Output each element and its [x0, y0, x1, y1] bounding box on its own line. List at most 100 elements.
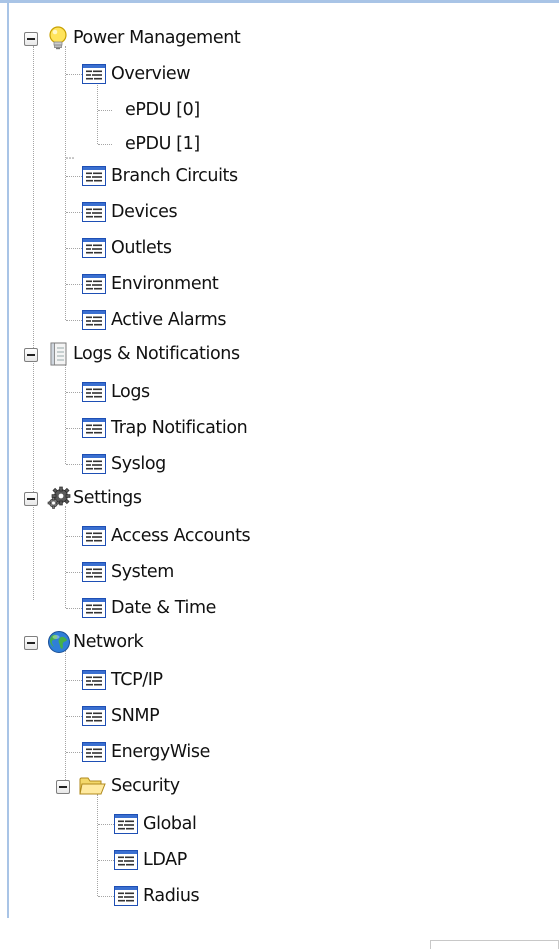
tree-connector — [66, 248, 82, 249]
tree-connector — [66, 752, 82, 753]
collapse-power-management-button[interactable] — [24, 32, 38, 46]
tree-node-trap-notification[interactable]: Trap Notification — [82, 412, 248, 444]
gears-icon — [47, 486, 71, 509]
tree-connector — [66, 464, 82, 465]
tree-node-label: Security — [111, 776, 180, 796]
tree-node-energywise[interactable]: EnergyWise — [82, 736, 210, 768]
tree-connector — [98, 144, 112, 145]
tree-node-date-time[interactable]: Date & Time — [82, 592, 216, 624]
collapse-logs-notifications-button[interactable] — [24, 348, 38, 362]
page-icon — [82, 562, 106, 582]
tree-node-label: LDAP — [143, 850, 187, 870]
page-icon — [82, 598, 106, 618]
page-icon — [82, 238, 106, 258]
page-icon — [114, 814, 138, 834]
tree-connector — [65, 362, 66, 464]
page-icon — [82, 670, 106, 690]
tree-connector — [66, 680, 82, 681]
globe-icon — [48, 631, 70, 653]
tree-node-devices[interactable]: Devices — [82, 196, 178, 228]
tree-node-label: Global — [143, 814, 197, 834]
tree-node-label: Outlets — [111, 238, 172, 258]
tree-node-logs-notifications[interactable]: Logs & Notifications — [47, 338, 240, 370]
tree-node-active-alarms[interactable]: Active Alarms — [82, 304, 227, 336]
page-icon — [82, 310, 106, 330]
tree-connector — [66, 536, 82, 537]
tree-node-label: Active Alarms — [111, 310, 227, 330]
tree-node-radius[interactable]: Radius — [114, 880, 200, 912]
tree-connector — [66, 392, 82, 393]
lightbulb-icon — [49, 26, 67, 50]
tree-node-label: Network — [73, 632, 144, 652]
page-icon — [82, 706, 106, 726]
tree-node-label: Date & Time — [111, 598, 217, 618]
tree-connector — [66, 176, 82, 177]
tree-node-label: Devices — [111, 202, 178, 222]
tree-node-label: EnergyWise — [111, 742, 210, 762]
page-icon — [82, 274, 106, 294]
tree-node-syslog[interactable]: Syslog — [82, 448, 166, 480]
page-icon — [114, 886, 138, 906]
page-icon — [114, 850, 138, 870]
navigation-tree-panel: Power Management Overview ePDU [0] ePDU … — [0, 0, 559, 949]
tree-connector — [98, 860, 114, 861]
tree-node-label: TCP/IP — [111, 670, 163, 690]
tree-node-environment[interactable]: Environment — [82, 268, 219, 300]
tree-node-label: SNMP — [111, 706, 160, 726]
tree-connector — [98, 110, 112, 111]
tree-node-label: Logs — [111, 382, 150, 402]
tree-node-branch-circuits[interactable]: Branch Circuits — [82, 160, 238, 192]
tree-node-tcp-ip[interactable]: TCP/IP — [82, 664, 163, 696]
tree-node-system[interactable]: System — [82, 556, 174, 588]
page-icon — [82, 454, 106, 474]
tree-node-ldap[interactable]: LDAP — [114, 844, 187, 876]
tree-node-power-management[interactable]: Power Management — [47, 22, 241, 54]
tree-connector — [66, 716, 82, 717]
tree-node-epdu-0[interactable]: ePDU [0] — [125, 94, 200, 126]
navigation-tree: Power Management Overview ePDU [0] ePDU … — [0, 0, 559, 949]
tree-node-label: Trap Notification — [111, 418, 248, 438]
tree-connector — [65, 506, 66, 608]
tree-connector — [98, 824, 114, 825]
tree-node-network[interactable]: Network — [47, 626, 144, 658]
tree-node-label: Overview — [111, 64, 191, 84]
tree-node-label: Radius — [143, 886, 200, 906]
tree-node-label: Logs & Notifications — [73, 344, 240, 364]
dotted-marker-icon — [66, 157, 74, 159]
bottom-panel-tab — [430, 940, 559, 949]
tree-node-settings[interactable]: Settings — [47, 482, 142, 514]
collapse-settings-button[interactable] — [24, 492, 38, 506]
page-icon — [82, 166, 106, 186]
folder-open-icon — [79, 777, 106, 795]
collapse-network-button[interactable] — [24, 636, 38, 650]
tree-node-security[interactable]: Security — [79, 770, 180, 802]
tree-node-label: Branch Circuits — [111, 166, 238, 186]
tree-node-logs[interactable]: Logs — [82, 376, 150, 408]
tree-connector — [65, 650, 66, 780]
page-icon — [82, 526, 106, 546]
tree-connector — [66, 608, 82, 609]
tree-node-label: ePDU [1] — [125, 134, 200, 154]
tree-node-access-accounts[interactable]: Access Accounts — [82, 520, 251, 552]
tree-node-overview[interactable]: Overview — [82, 58, 191, 90]
tree-node-label: System — [111, 562, 174, 582]
page-icon — [82, 742, 106, 762]
tree-node-label: Access Accounts — [111, 526, 251, 546]
tree-node-label: Settings — [73, 488, 142, 508]
page-icon — [82, 382, 106, 402]
tree-connector — [33, 46, 34, 600]
tree-connector — [97, 794, 98, 896]
tree-node-epdu-1[interactable]: ePDU [1] — [125, 128, 200, 160]
tree-node-label: ePDU [0] — [125, 100, 200, 120]
tree-connector — [66, 572, 82, 573]
tree-connector — [66, 74, 82, 75]
page-icon — [82, 418, 106, 438]
tree-node-global[interactable]: Global — [114, 808, 197, 840]
tree-node-snmp[interactable]: SNMP — [82, 700, 160, 732]
tree-connector — [66, 320, 82, 321]
tree-connector — [98, 896, 114, 897]
collapse-security-button[interactable] — [56, 780, 70, 794]
tree-node-outlets[interactable]: Outlets — [82, 232, 172, 264]
tree-connector — [66, 284, 82, 285]
tree-node-label: Syslog — [111, 454, 166, 474]
